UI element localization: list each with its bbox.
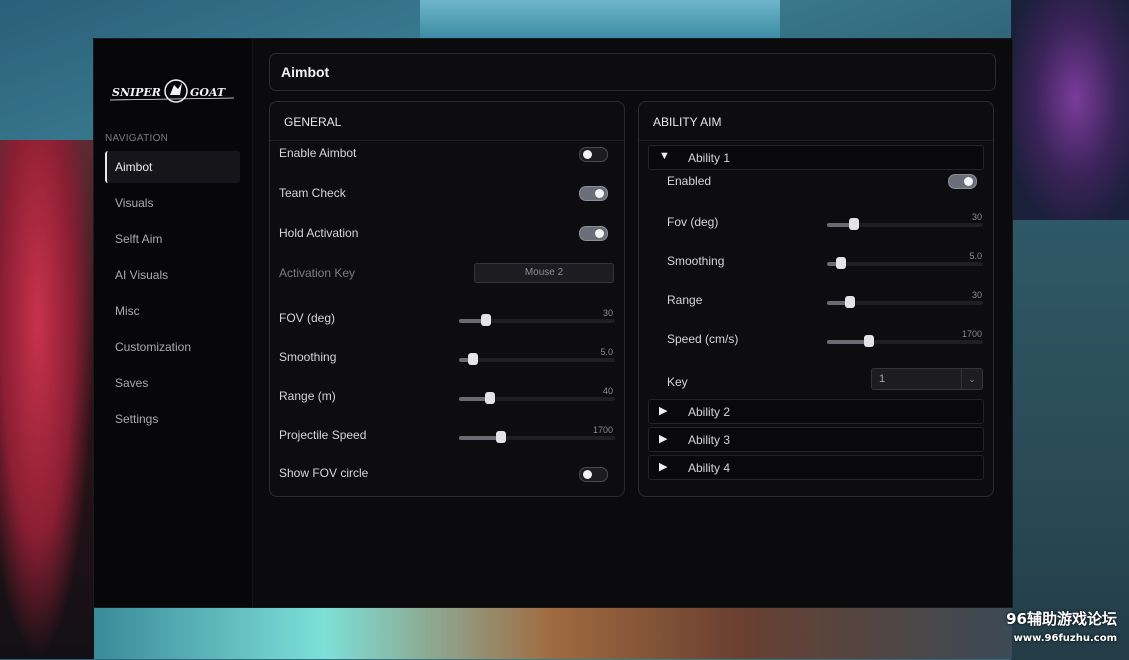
nav-list: Aimbot Visuals Selft Aim AI Visuals Misc…	[105, 151, 240, 439]
ability-1-label: Ability 1	[688, 151, 731, 165]
sidebar-item-misc[interactable]: Misc	[105, 295, 240, 327]
ability-1-key-label: Key	[667, 375, 688, 389]
cheat-menu-window: SNIPER GOAT NAVIGATION Aimbot Visuals Se…	[93, 38, 1013, 608]
nav-heading: NAVIGATION	[105, 133, 169, 144]
range-slider[interactable]	[459, 391, 615, 407]
ability-4-header[interactable]: ▶ Ability 4	[648, 455, 984, 480]
fov-slider[interactable]	[459, 313, 615, 329]
watermark-title: 96辅助游戏论坛	[1006, 610, 1117, 628]
hold-activation-toggle[interactable]	[579, 226, 608, 241]
ability-1-fov-label: Fov (deg)	[667, 215, 719, 229]
ability-1-range-slider[interactable]	[827, 295, 983, 311]
enable-aimbot-toggle[interactable]	[579, 147, 608, 162]
collapse-arrow-icon: ▼	[659, 150, 670, 162]
page-title-bar: Aimbot	[269, 53, 996, 91]
show-fov-circle-toggle[interactable]	[579, 467, 608, 482]
chevron-down-icon: ⌄	[961, 369, 982, 389]
projectile-speed-label: Projectile Speed	[279, 428, 367, 442]
ability-1-range-label: Range	[667, 293, 703, 307]
general-panel: GENERAL Enable Aimbot Team Check Hold Ac…	[269, 101, 625, 497]
ability-1-smoothing-label: Smoothing	[667, 254, 725, 268]
activation-key-label: Activation Key	[279, 266, 356, 280]
brand-logo: SNIPER GOAT	[110, 79, 235, 103]
activation-key-button[interactable]: Mouse 2	[474, 263, 614, 283]
range-label: Range (m)	[279, 389, 336, 403]
svg-text:GOAT: GOAT	[190, 86, 226, 99]
sidebar-item-saves[interactable]: Saves	[105, 367, 240, 399]
enable-aimbot-label: Enable Aimbot	[279, 146, 357, 160]
background-arch	[420, 0, 780, 40]
general-panel-title: GENERAL	[284, 115, 342, 129]
projectile-speed-slider[interactable]	[459, 430, 615, 446]
sidebar-item-self-aim[interactable]: Selft Aim	[105, 223, 240, 255]
ability-1-enabled-label: Enabled	[667, 174, 712, 188]
ability-1-key-select[interactable]: 1 ⌄	[871, 368, 983, 390]
ability-1-enabled-toggle[interactable]	[948, 174, 977, 189]
sidebar-item-customization[interactable]: Customization	[105, 331, 240, 363]
ability-1-smoothing-slider[interactable]	[827, 256, 983, 272]
ability-2-header[interactable]: ▶ Ability 2	[648, 399, 984, 424]
ability-1-speed-label: Speed (cm/s)	[667, 332, 739, 346]
team-check-label: Team Check	[279, 186, 346, 200]
watermark: 96辅助游戏论坛 www.96fuzhu.com	[1006, 608, 1117, 644]
sidebar-item-visuals[interactable]: Visuals	[105, 187, 240, 219]
sidebar-item-ai-visuals[interactable]: AI Visuals	[105, 259, 240, 291]
team-check-toggle[interactable]	[579, 186, 608, 201]
page-title: Aimbot	[281, 64, 330, 80]
background-character-left	[0, 140, 94, 659]
smoothing-slider[interactable]	[459, 352, 615, 368]
ability-2-label: Ability 2	[688, 405, 731, 419]
ability-3-header[interactable]: ▶ Ability 3	[648, 427, 984, 452]
ability-3-label: Ability 3	[688, 433, 731, 447]
expand-arrow-icon: ▶	[659, 461, 668, 473]
ability-1-header[interactable]: ▼ Ability 1	[648, 145, 984, 170]
expand-arrow-icon: ▶	[659, 433, 668, 445]
sidebar-item-aimbot[interactable]: Aimbot	[105, 151, 240, 183]
watermark-url: www.96fuzhu.com	[1013, 633, 1117, 644]
background-character-right	[1011, 0, 1129, 220]
ability-1-key-value: 1	[879, 373, 886, 385]
background-scenery-right	[1011, 220, 1129, 660]
general-panel-header: GENERAL	[270, 102, 624, 141]
ability-1-speed-slider[interactable]	[827, 334, 983, 350]
sidebar-item-settings[interactable]: Settings	[105, 403, 240, 435]
hold-activation-label: Hold Activation	[279, 226, 359, 240]
ability-aim-panel-title: ABILITY AIM	[653, 115, 722, 129]
svg-text:SNIPER: SNIPER	[112, 86, 161, 99]
smoothing-label: Smoothing	[279, 350, 337, 364]
ability-1-fov-slider[interactable]	[827, 217, 983, 233]
expand-arrow-icon: ▶	[659, 405, 668, 417]
ability-aim-panel-header: ABILITY AIM	[639, 102, 993, 141]
show-fov-circle-label: Show FOV circle	[279, 466, 369, 480]
ability-4-label: Ability 4	[688, 461, 731, 475]
ability-aim-panel: ABILITY AIM ▼ Ability 1 Enabled Fov (deg…	[638, 101, 994, 497]
main-content: Aimbot GENERAL Enable Aimbot Team Check …	[252, 39, 1012, 607]
sidebar: SNIPER GOAT NAVIGATION Aimbot Visuals Se…	[94, 39, 253, 607]
background-characters-bottom	[94, 606, 1012, 659]
fov-label: FOV (deg)	[279, 311, 336, 325]
